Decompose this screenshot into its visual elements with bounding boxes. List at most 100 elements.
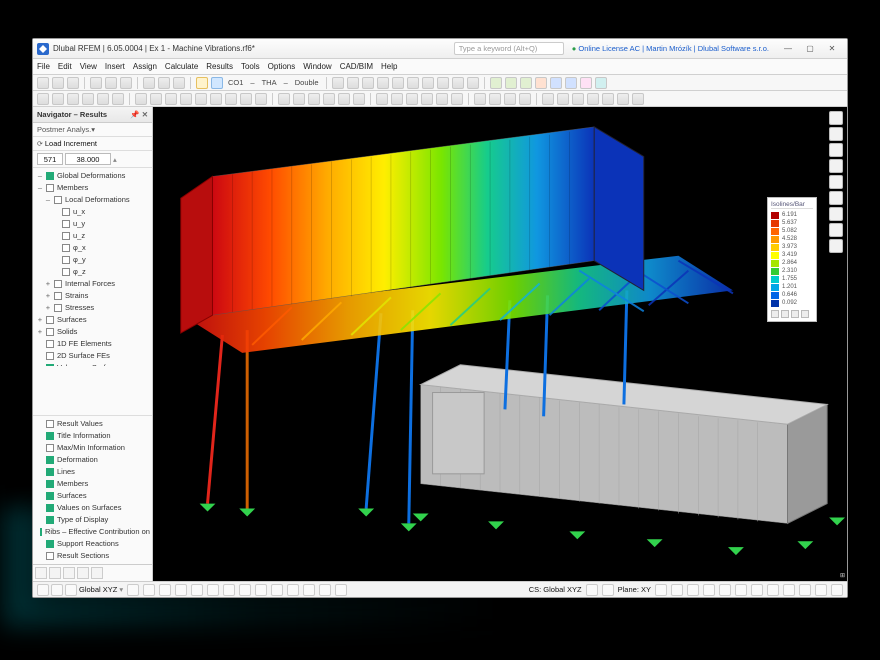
load-icon[interactable] [421,93,433,105]
tree-item[interactable]: u_y [37,218,150,230]
increment-up-icon[interactable]: ▴ [113,155,117,164]
checkbox[interactable] [62,268,70,276]
copy-icon[interactable] [143,77,155,89]
status-icon[interactable] [303,584,315,596]
menu-assign[interactable]: Assign [133,62,157,71]
checkbox[interactable] [62,244,70,252]
status-icon[interactable] [799,584,811,596]
vp-top-icon[interactable] [829,223,843,237]
snap-icon[interactable] [52,93,64,105]
twisty-icon[interactable]: – [45,194,51,206]
checkbox[interactable] [46,480,54,488]
status-icon[interactable] [255,584,267,596]
view-icon[interactable] [535,77,547,89]
checkbox[interactable] [46,352,54,360]
checkbox[interactable] [46,468,54,476]
draw-icon[interactable] [135,93,147,105]
tree-item[interactable]: Result Values [37,418,150,430]
tree-item[interactable]: +Strains [37,290,150,302]
tool-icon[interactable] [437,77,449,89]
view-icon[interactable] [595,77,607,89]
tree-item[interactable]: –Global Deformations [37,170,150,182]
checkbox[interactable] [46,432,54,440]
combo-tha[interactable]: THA [260,78,279,87]
checkbox[interactable] [54,292,62,300]
tool-icon[interactable] [347,77,359,89]
cut-icon[interactable] [173,77,185,89]
tree-item[interactable]: φ_z [37,266,150,278]
undo-icon[interactable] [105,77,117,89]
checkbox[interactable] [54,304,62,312]
vp-zoom-icon[interactable] [829,111,843,125]
menu-insert[interactable]: Insert [105,62,125,71]
view-icon[interactable] [505,77,517,89]
tree-item[interactable]: +Surfaces [37,314,150,326]
draw-icon[interactable] [195,93,207,105]
tree-item[interactable]: u_z [37,230,150,242]
vp-rotate-icon[interactable] [829,143,843,157]
tree-item[interactable]: Max/Min Information [37,442,150,454]
status-icon[interactable] [735,584,747,596]
tool-icon[interactable] [392,77,404,89]
tree-item[interactable]: Members [37,478,150,490]
close-button[interactable]: ✕ [821,42,843,56]
tool-icon[interactable] [422,77,434,89]
navbtn-icon[interactable] [63,567,75,579]
status-icon[interactable] [319,584,331,596]
checkbox[interactable] [62,232,70,240]
tree-item[interactable]: –Local Deformations [37,194,150,206]
maximize-button[interactable]: ▢ [799,42,821,56]
tree-item[interactable]: Values on Surfaces [37,502,150,514]
snap-icon[interactable] [37,93,49,105]
minimize-button[interactable]: — [777,42,799,56]
twisty-icon[interactable]: + [37,314,43,326]
status-icon[interactable] [159,584,171,596]
status-icon[interactable] [143,584,155,596]
checkbox[interactable] [54,196,62,204]
checkbox[interactable] [46,340,54,348]
tree-item[interactable]: Result Sections [37,550,150,562]
twisty-icon[interactable]: + [45,278,51,290]
surface-icon[interactable] [323,93,335,105]
draw-icon[interactable] [180,93,192,105]
snap-icon[interactable] [67,93,79,105]
twisty-icon[interactable]: – [37,182,43,194]
legend-btn[interactable] [801,310,809,318]
misc-icon[interactable] [617,93,629,105]
member-icon[interactable] [308,93,320,105]
status-icon[interactable] [767,584,779,596]
menu-results[interactable]: Results [206,62,233,71]
line-icon[interactable] [293,93,305,105]
display-tree[interactable]: Result ValuesTitle InformationMax/Min In… [33,416,152,564]
status-icon[interactable] [671,584,683,596]
snap-icon[interactable] [97,93,109,105]
draw-icon[interactable] [255,93,267,105]
status-icon[interactable] [719,584,731,596]
view-icon[interactable] [490,77,502,89]
node-icon[interactable] [278,93,290,105]
draw-icon[interactable] [165,93,177,105]
view-icon[interactable] [565,77,577,89]
combo-double[interactable]: Double [293,78,321,87]
checkbox[interactable] [54,280,62,288]
status-icon[interactable] [37,584,49,596]
status-icon[interactable] [703,584,715,596]
status-icon[interactable] [586,584,598,596]
legend-btn[interactable] [771,310,779,318]
filter-icon[interactable] [489,93,501,105]
vp-pan-icon[interactable] [829,127,843,141]
checkbox[interactable] [46,420,54,428]
draw-icon[interactable] [150,93,162,105]
load-icon[interactable] [451,93,463,105]
new-icon[interactable] [37,77,49,89]
filter-icon[interactable] [504,93,516,105]
tree-item[interactable]: 2D Surface FEs [37,350,150,362]
status-icon[interactable] [687,584,699,596]
view-icon[interactable] [520,77,532,89]
twisty-icon[interactable]: + [45,302,51,314]
vp-front-icon[interactable] [829,191,843,205]
save-icon[interactable] [67,77,79,89]
tool-icon[interactable] [332,77,344,89]
tool-icon[interactable] [452,77,464,89]
misc-icon[interactable] [557,93,569,105]
